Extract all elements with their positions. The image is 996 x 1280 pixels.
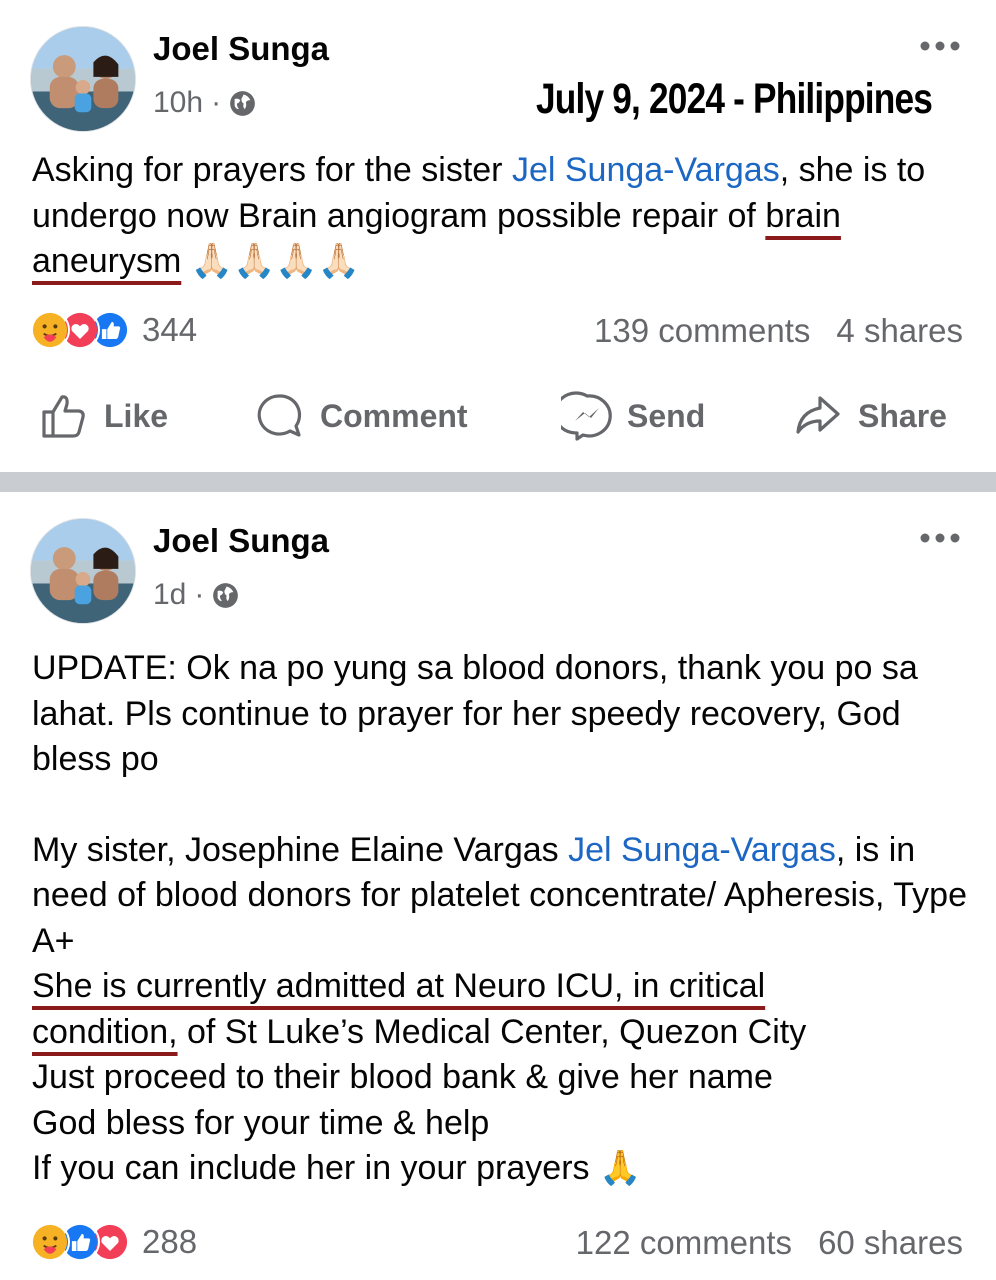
mention-link[interactable]: Jel Sunga-Vargas bbox=[568, 831, 836, 869]
date-location-overlay: July 9, 2024 - Philippines bbox=[536, 75, 933, 123]
meta-separator: · bbox=[211, 86, 222, 119]
reaction-count: 288 bbox=[142, 1223, 198, 1260]
share-button[interactable]: Share bbox=[792, 390, 947, 442]
comments-count[interactable]: 139 comments bbox=[594, 312, 810, 350]
author-name[interactable]: Joel Sunga bbox=[153, 30, 329, 68]
author-avatar[interactable] bbox=[30, 518, 136, 624]
meta-separator: · bbox=[194, 578, 205, 611]
post-line: God bless for your time & help bbox=[32, 1103, 490, 1142]
post-card: Joel Sunga 1d · UPDATE: Ok na po yung sa… bbox=[0, 492, 996, 1280]
post-text: My sister, Josephine Elaine Vargas bbox=[32, 830, 569, 869]
post-line: Just proceed to their blood bank & give … bbox=[32, 1058, 773, 1096]
comment-button[interactable]: Comment bbox=[254, 390, 468, 442]
comment-label: Comment bbox=[320, 397, 468, 434]
send-button[interactable]: Send bbox=[561, 390, 705, 442]
messenger-icon bbox=[561, 391, 612, 441]
post-body: UPDATE: Ok na po yung sa blood donors, t… bbox=[32, 646, 972, 1192]
mention-link[interactable]: Jel Sunga-Vargas bbox=[512, 151, 780, 189]
post-stats: 139 comments 4 shares bbox=[594, 312, 963, 350]
post-paragraph: UPDATE: Ok na po yung sa blood donors, t… bbox=[32, 649, 918, 778]
comment-bubble-icon bbox=[257, 394, 302, 437]
underlined-text: condition, bbox=[32, 1012, 178, 1051]
post-line: If you can include her in your prayers 🙏 bbox=[32, 1149, 642, 1187]
more-options-icon[interactable] bbox=[918, 530, 962, 546]
action-bar: Like Comment Send Share bbox=[0, 390, 996, 454]
post-divider bbox=[0, 472, 996, 492]
reaction-count: 344 bbox=[142, 311, 198, 348]
prayer-emojis: 🙏🏻🙏🏻🙏🏻🙏🏻 bbox=[181, 242, 361, 280]
like-label: Like bbox=[104, 397, 169, 434]
care-reaction-icon bbox=[30, 310, 70, 350]
post-text: Asking for prayers for the sister bbox=[32, 151, 512, 189]
send-label: Send bbox=[627, 397, 706, 434]
shares-count[interactable]: 4 shares bbox=[836, 312, 963, 350]
comments-count[interactable]: 122 comments bbox=[576, 1224, 792, 1262]
post-time[interactable]: 10h bbox=[153, 86, 203, 120]
reaction-summary[interactable]: 344 bbox=[30, 310, 197, 350]
globe-icon bbox=[230, 90, 255, 116]
reaction-summary[interactable]: 288 bbox=[30, 1222, 197, 1262]
author-avatar[interactable] bbox=[30, 26, 136, 132]
post-text: of St Luke’s Medical Center, Quezon City bbox=[177, 1012, 807, 1051]
share-arrow-icon bbox=[796, 396, 840, 434]
author-name[interactable]: Joel Sunga bbox=[153, 522, 329, 560]
post-card: Joel Sunga 10h · July 9, 2024 - Philippi… bbox=[0, 0, 996, 472]
thumbs-up-icon bbox=[42, 395, 85, 438]
care-reaction-icon bbox=[30, 1222, 70, 1262]
post-time[interactable]: 1d bbox=[153, 578, 186, 612]
share-label: Share bbox=[858, 397, 947, 434]
post-meta: 1d · bbox=[153, 578, 239, 612]
post-meta: 10h · bbox=[153, 86, 256, 120]
globe-icon bbox=[213, 582, 239, 608]
underlined-text: She is currently admitted at Neuro ICU, … bbox=[32, 967, 766, 1005]
post-body: Asking for prayers for the sister Jel Su… bbox=[32, 148, 972, 285]
post-stats: 122 comments 60 shares bbox=[576, 1224, 963, 1262]
like-button[interactable]: Like bbox=[38, 390, 168, 442]
shares-count[interactable]: 60 shares bbox=[818, 1224, 963, 1262]
more-options-icon[interactable] bbox=[918, 38, 962, 54]
